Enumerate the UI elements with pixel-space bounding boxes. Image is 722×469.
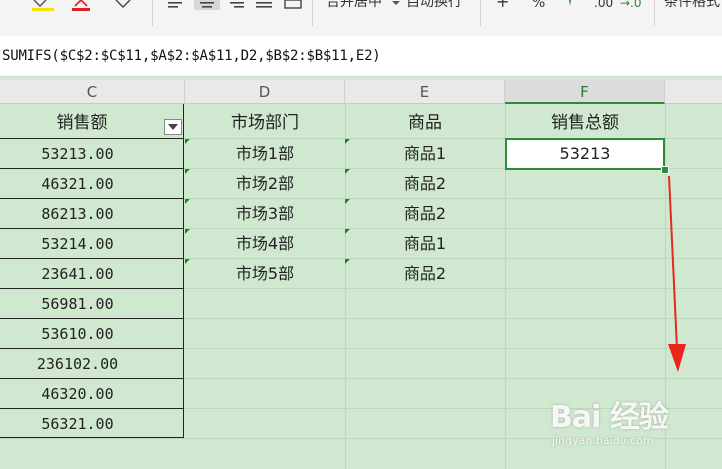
sales-cell[interactable]: 56321.00 bbox=[0, 409, 155, 439]
sales-cell[interactable]: 46321.00 bbox=[0, 169, 155, 199]
selected-cell-f2[interactable]: 53213 bbox=[505, 138, 665, 170]
watermark-url: jingyan.baidu.com bbox=[552, 434, 654, 447]
number-format-plus[interactable]: + bbox=[496, 0, 509, 10]
formula-bar[interactable]: SUMIFS($C$2:$C$11,$A$2:$A$11,D2,$B$2:$B$… bbox=[0, 36, 722, 77]
product-cell[interactable]: 商品1 bbox=[345, 229, 505, 259]
sales-cell[interactable]: 46320.00 bbox=[0, 379, 155, 409]
filter-arrow-icon bbox=[168, 124, 178, 130]
formula-text[interactable]: SUMIFS($C$2:$C$11,$A$2:$A$11,D2,$B$2:$B$… bbox=[2, 48, 381, 64]
ribbon-toolbar: 合并居中 自动换行 + % .00 →.0 条件格式 bbox=[0, 0, 722, 37]
sales-cell[interactable]: 53610.00 bbox=[0, 319, 155, 349]
baidu-jingyan-watermark: Bai 经验 jingyan.baidu.com bbox=[550, 392, 720, 462]
column-header-e[interactable]: E bbox=[345, 80, 505, 104]
align-right-icon[interactable] bbox=[226, 0, 246, 10]
comma-style-icon[interactable] bbox=[566, 0, 574, 10]
eraser-icon[interactable] bbox=[112, 0, 134, 12]
merge-center-button[interactable]: 合并居中 bbox=[326, 0, 382, 9]
header-total[interactable]: 销售总额 bbox=[505, 108, 665, 138]
justify-icon[interactable] bbox=[254, 0, 274, 10]
highlight-color-icon[interactable] bbox=[30, 0, 56, 12]
filter-dropdown-button[interactable] bbox=[164, 119, 182, 135]
dept-cell[interactable]: 市场5部 bbox=[185, 259, 345, 289]
sales-cell[interactable]: 23641.00 bbox=[0, 259, 155, 289]
wrap-text-button[interactable]: 自动换行 bbox=[406, 0, 462, 9]
red-arrow-annotation bbox=[668, 175, 686, 372]
fill-handle[interactable] bbox=[661, 166, 669, 174]
sales-cell[interactable]: 236102.00 bbox=[0, 349, 155, 379]
dept-cell[interactable]: 市场3部 bbox=[185, 199, 345, 229]
dept-cell[interactable]: 市场1部 bbox=[185, 139, 345, 169]
product-cell[interactable]: 商品2 bbox=[345, 199, 505, 229]
sales-cell[interactable]: 53213.00 bbox=[0, 139, 155, 169]
sales-cell[interactable]: 56981.00 bbox=[0, 289, 155, 319]
header-sales[interactable]: 销售额 bbox=[0, 108, 164, 138]
header-dept[interactable]: 市场部门 bbox=[185, 108, 345, 138]
sales-cell[interactable]: 86213.00 bbox=[0, 199, 155, 229]
sales-cell[interactable]: 53214.00 bbox=[0, 229, 155, 259]
column-header-f[interactable]: F bbox=[505, 80, 665, 104]
product-cell[interactable]: 商品2 bbox=[345, 259, 505, 289]
distributed-icon[interactable] bbox=[283, 0, 303, 10]
percent-button[interactable]: % bbox=[532, 0, 545, 10]
column-header-d[interactable]: D bbox=[185, 80, 345, 104]
align-center-icon[interactable] bbox=[197, 0, 217, 10]
font-color-icon[interactable] bbox=[70, 0, 92, 12]
product-cell[interactable]: 商品2 bbox=[345, 169, 505, 199]
watermark-main: Bai 经验 bbox=[550, 400, 669, 435]
column-header-g[interactable] bbox=[665, 80, 722, 104]
result-value: 53213 bbox=[559, 144, 611, 163]
merge-dropdown-icon[interactable] bbox=[392, 0, 400, 6]
decrease-decimal-button[interactable]: →.0 bbox=[620, 0, 642, 10]
product-cell[interactable]: 商品1 bbox=[345, 139, 505, 169]
dept-cell[interactable]: 市场4部 bbox=[185, 229, 345, 259]
conditional-format-button[interactable]: 条件格式 bbox=[664, 0, 720, 9]
dept-cell[interactable]: 市场2部 bbox=[185, 169, 345, 199]
column-header-c[interactable]: C bbox=[0, 80, 185, 104]
align-left-icon[interactable] bbox=[166, 0, 186, 10]
decimal-label[interactable]: .00 bbox=[594, 0, 613, 10]
header-product[interactable]: 商品 bbox=[345, 108, 505, 138]
